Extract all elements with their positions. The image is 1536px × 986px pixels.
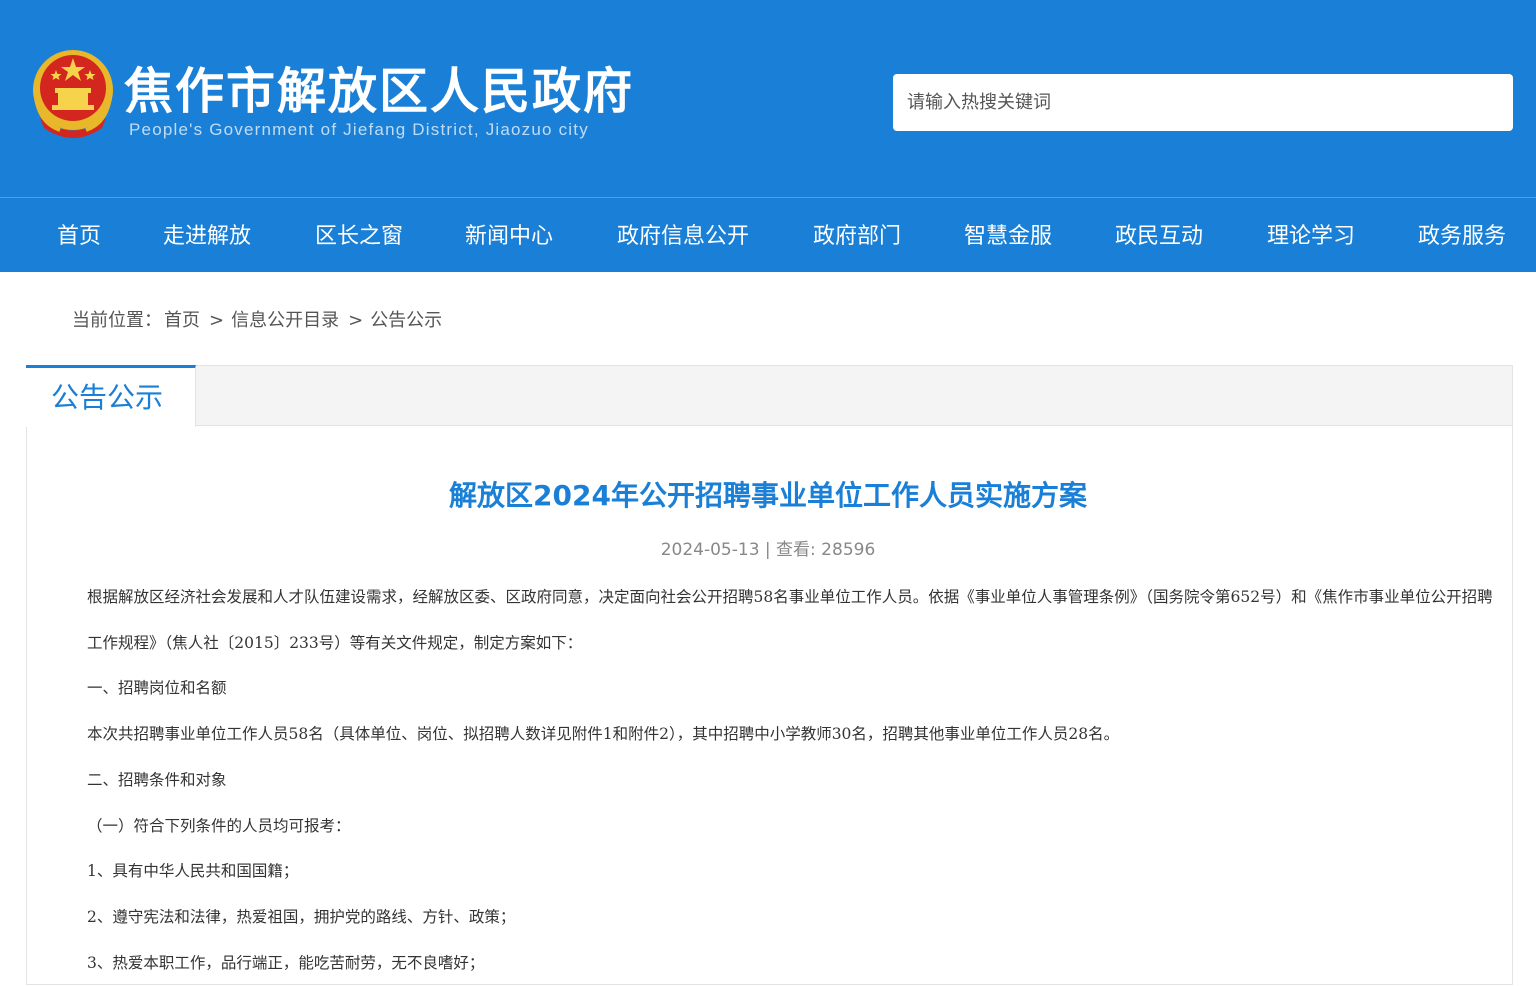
nav-item-services[interactable]: 政务服务 xyxy=(1418,198,1506,273)
article-paragraph: 2、遵守宪法和法律，热爱祖国，拥护党的路线、方针、政策； xyxy=(87,907,516,926)
nav-item-mayor[interactable]: 区长之窗 xyxy=(315,198,403,273)
article-paragraph: （一）符合下列条件的人员均可报考： xyxy=(87,816,351,835)
search-input[interactable] xyxy=(893,74,1513,131)
panel-header xyxy=(27,366,1512,426)
nav-item-interaction[interactable]: 政民互动 xyxy=(1115,198,1203,273)
main-nav: 首页 走进解放 区长之窗 新闻中心 政府信息公开 政府部门 智慧金服 政民互动 … xyxy=(0,197,1536,272)
article-paragraph: 本次共招聘事业单位工作人员58名（具体单位、岗位、拟招聘人数详见附件1和附件2）… xyxy=(87,725,1120,744)
nav-item-gov-info[interactable]: 政府信息公开 xyxy=(617,198,749,273)
site-title: 焦作市解放区人民政府 xyxy=(124,63,635,120)
nav-item-departments[interactable]: 政府部门 xyxy=(813,198,901,273)
nav-item-theory[interactable]: 理论学习 xyxy=(1267,198,1355,273)
site-subtitle: People's Government of Jiefang District,… xyxy=(129,120,589,139)
breadcrumb-prefix: 当前位置： xyxy=(72,310,162,331)
breadcrumb-separator: > xyxy=(348,310,364,331)
tab-notices[interactable]: 公告公示 xyxy=(26,365,196,427)
nav-item-finance[interactable]: 智慧金服 xyxy=(964,198,1052,273)
breadcrumb-home[interactable]: 首页 xyxy=(164,310,200,331)
article-body: 根据解放区经济社会发展和人才队伍建设需求，经解放区委、区政府同意，决定面向社会公… xyxy=(53,575,1493,986)
nav-item-home[interactable]: 首页 xyxy=(57,198,101,273)
article-paragraph: 1、具有中华人民共和国国籍； xyxy=(87,862,299,881)
article-paragraph: 一、招聘岗位和名额 xyxy=(87,679,227,698)
nav-item-news[interactable]: 新闻中心 xyxy=(465,198,553,273)
national-emblem-icon[interactable] xyxy=(30,48,116,140)
article-paragraph: 根据解放区经济社会发展和人才队伍建设需求，经解放区委、区政府同意，决定面向社会公… xyxy=(87,588,1493,652)
article-paragraph: 3、热爱本职工作，品行端正，能吃苦耐劳，无不良嗜好； xyxy=(87,953,485,972)
breadcrumb-catalog[interactable]: 信息公开目录 xyxy=(231,310,339,331)
breadcrumb-notices[interactable]: 公告公示 xyxy=(370,310,442,331)
article-meta: 2024-05-13 | 查看: 28596 xyxy=(660,540,876,560)
article-paragraph: 二、招聘条件和对象 xyxy=(87,770,227,789)
site-header: 焦作市解放区人民政府 People's Government of Jiefan… xyxy=(0,0,1536,197)
breadcrumb-separator: > xyxy=(209,310,225,331)
article-title: 解放区2024年公开招聘事业单位工作人员实施方案 xyxy=(449,479,1087,512)
breadcrumb: 当前位置： 首页 > 信息公开目录 > 公告公示 xyxy=(72,306,444,332)
nav-item-about[interactable]: 走进解放 xyxy=(163,198,251,273)
